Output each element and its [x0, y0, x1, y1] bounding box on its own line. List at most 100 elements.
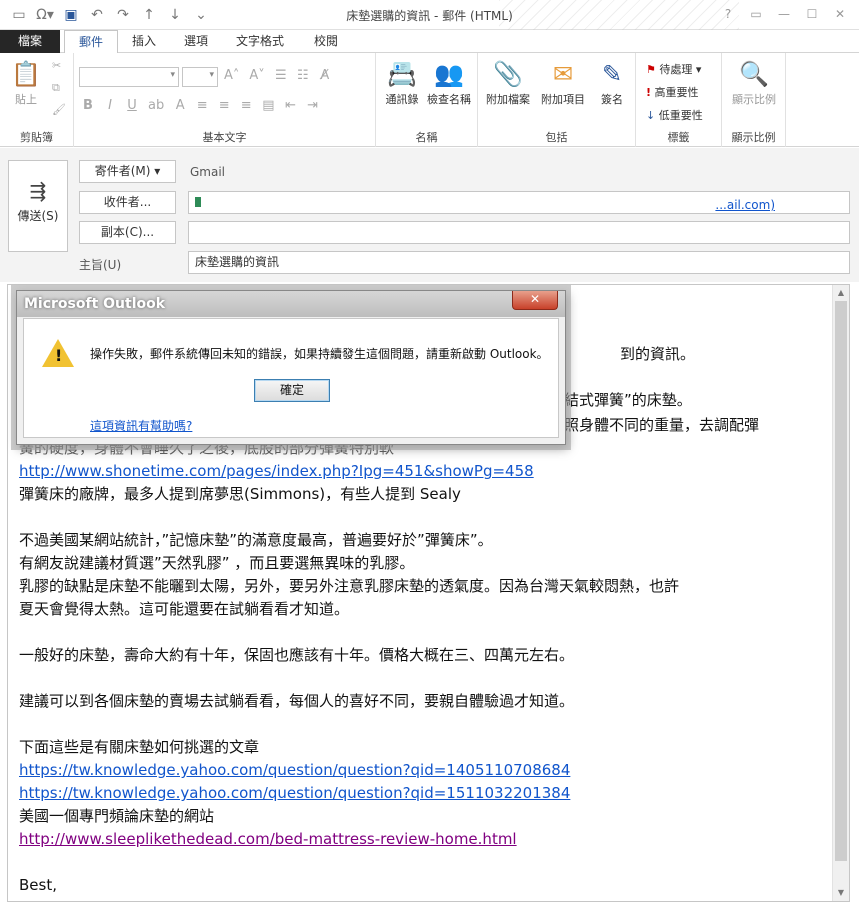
group-tags: ⚑ 待處理 ▾ ! 高重要性 ↓ 低重要性 標籤	[636, 53, 722, 147]
align-left-icon[interactable]: ≡	[196, 98, 208, 113]
body-line: 美國一個專門頻論床墊的網站	[19, 807, 215, 825]
font-grow-row: A˄ A˅ ☰ ☷ A̸	[224, 68, 331, 83]
body-line: https://tw.knowledge.yahoo.com/question/…	[19, 759, 829, 782]
tab-message[interactable]: 郵件	[64, 30, 119, 54]
from-button[interactable]: 寄件者(M) ▾	[79, 160, 176, 183]
follow-up-button[interactable]: ⚑ 待處理 ▾	[646, 61, 701, 77]
body-line: 建議可以到各個床墊的賣場去試躺看看，每個人的喜好不同，要親自體驗過才知道。	[19, 692, 575, 710]
tab-file[interactable]: 檔案	[0, 30, 60, 53]
body-link[interactable]: http://www.sleeplikethedead.com/bed-matt…	[19, 830, 517, 848]
title-bar: ▭ Ω▾ ▣ ↶ ↷ ↑ ↓ ⌄ 床墊選購的資訊 - 郵件 (HTML) ? ▭…	[0, 0, 859, 30]
address-book-button[interactable]: 📇 通訊錄	[380, 59, 424, 107]
align-right-icon[interactable]: ≡	[240, 98, 252, 113]
tab-insert[interactable]: 插入	[118, 30, 170, 53]
exclamation-icon: !	[646, 86, 652, 99]
signature-icon: ✎	[601, 60, 623, 88]
justify-icon[interactable]: ▤	[262, 98, 274, 113]
low-importance-button[interactable]: ↓ 低重要性	[646, 107, 703, 123]
tab-format-text[interactable]: 文字格式	[222, 30, 298, 53]
indent-icon[interactable]: ⇥	[307, 98, 319, 113]
italic-icon[interactable]: I	[104, 98, 116, 113]
dialog-message: 操作失敗，郵件系統傳回未知的錯誤，如果持續發生這個問題，請重新啟動 Outloo…	[90, 347, 549, 361]
vertical-scrollbar[interactable]: ▲ ▼	[832, 285, 849, 901]
help-icon[interactable]: ?	[715, 4, 741, 24]
ribbon-tabs: 檔案 郵件 插入 選項 文字格式 校閱	[0, 30, 859, 54]
body-line: 一般好的床墊，壽命大約有十年，保固也應該有十年。價格大概在三、四萬元左右。	[19, 646, 575, 664]
scroll-thumb[interactable]	[835, 301, 847, 861]
zoom-button[interactable]: 🔍 顯示比例	[726, 59, 782, 107]
copy-icon[interactable]: ⧉	[52, 81, 60, 95]
tab-review[interactable]: 校閱	[300, 30, 352, 53]
tab-options[interactable]: 選項	[170, 30, 222, 53]
underline-icon[interactable]: U	[126, 98, 138, 113]
help-feedback-link[interactable]: 這項資訊有幫助嗎?	[90, 417, 192, 434]
envelope-icon: ✉	[552, 60, 574, 88]
body-line: http://www.sleeplikethedead.com/bed-matt…	[19, 828, 829, 851]
scroll-down-icon[interactable]: ▼	[833, 885, 849, 901]
font-color-icon[interactable]: A	[174, 98, 186, 113]
font-size-combo[interactable]	[182, 67, 218, 87]
ribbon: 📋 貼上 ✂ ⧉ 🖌 剪貼簿 A˄ A˅ ☰ ☷ A̸ B I U ab A ≡…	[0, 53, 859, 147]
body-line: Best,	[19, 876, 57, 894]
warning-icon: !	[42, 339, 74, 367]
highlight-icon[interactable]: ab	[148, 98, 164, 113]
check-names-icon: 👥	[434, 60, 464, 88]
font-name-combo[interactable]	[79, 67, 179, 87]
check-names-button[interactable]: 👥 檢查名稱	[424, 59, 474, 107]
cc-field[interactable]	[188, 221, 850, 244]
group-label: 剪貼簿	[20, 131, 53, 144]
maximize-icon[interactable]: ☐	[799, 4, 825, 24]
grow-font-icon[interactable]: A˄	[224, 68, 239, 83]
paste-icon: 📋	[11, 60, 41, 88]
font-style-row: B I U ab A ≡ ≡ ≡ ▤ ⇤ ⇥	[82, 98, 319, 113]
body-link[interactable]: http://www.shonetime.com/pages/index.php…	[19, 462, 534, 480]
ribbon-options-icon[interactable]: ▭	[743, 4, 769, 24]
subject-field[interactable]: 床墊選購的資訊	[188, 251, 850, 274]
body-line: https://tw.knowledge.yahoo.com/question/…	[19, 782, 829, 805]
cc-button[interactable]: 副本(C)...	[79, 221, 176, 244]
signature-button[interactable]: ✎ 簽名	[592, 59, 632, 107]
group-names: 📇 通訊錄 👥 檢查名稱 名稱	[376, 53, 478, 147]
body-line: 不過美國某網站統計，”記憶床墊”的滿意度最高，普遍要好於”彈簧床”。	[19, 531, 493, 549]
ok-button[interactable]: 確定	[254, 379, 330, 402]
minimize-icon[interactable]: —	[771, 4, 797, 24]
body-line: 彈簧床的廠牌，最多人提到席夢思(Simmons)，有些人提到 Sealy	[19, 485, 461, 503]
body-link[interactable]: https://tw.knowledge.yahoo.com/question/…	[19, 761, 570, 779]
body-line: 下面這些是有關床墊如何挑選的文章	[19, 738, 260, 756]
recipient-status-icon	[195, 197, 201, 207]
window-controls: ? ▭ — ☐ ✕	[715, 4, 853, 24]
to-field[interactable]: ...ail.com)	[188, 191, 850, 214]
clear-format-icon[interactable]: A̸	[319, 68, 331, 83]
cut-icon[interactable]: ✂	[52, 59, 61, 72]
group-label: 包括	[545, 131, 568, 144]
to-button[interactable]: 收件者...	[79, 191, 176, 214]
send-icon: ⇶	[29, 179, 47, 203]
attach-item-button[interactable]: ✉ 附加項目	[536, 59, 590, 107]
outdent-icon[interactable]: ⇤	[285, 98, 297, 113]
recipient-address[interactable]: ...ail.com)	[715, 195, 775, 216]
dialog-close-button[interactable]: ✕	[512, 291, 558, 310]
shrink-font-icon[interactable]: A˅	[249, 68, 264, 83]
scroll-up-icon[interactable]: ▲	[833, 285, 849, 301]
paste-button[interactable]: 📋 貼上	[6, 59, 46, 107]
format-painter-icon[interactable]: 🖌	[52, 103, 66, 116]
align-center-icon[interactable]: ≡	[218, 98, 230, 113]
close-icon[interactable]: ✕	[827, 4, 853, 24]
high-importance-button[interactable]: ! 高重要性	[646, 84, 699, 100]
body-text: http://www.shonetime.com/pages/index.php…	[19, 460, 829, 897]
numbering-icon[interactable]: ☷	[297, 68, 309, 83]
group-label: 顯示比例	[731, 131, 776, 144]
attach-file-button[interactable]: 📎 附加檔案	[482, 59, 534, 107]
group-basic-text: A˄ A˅ ☰ ☷ A̸ B I U ab A ≡ ≡ ≡ ▤ ⇤ ⇥ 基本文字	[74, 53, 376, 147]
flag-icon: ⚑	[646, 63, 656, 76]
group-label: 基本文字	[202, 131, 247, 144]
bold-icon[interactable]: B	[82, 98, 94, 113]
bullets-icon[interactable]: ☰	[275, 68, 287, 83]
body-link[interactable]: https://tw.knowledge.yahoo.com/question/…	[19, 784, 570, 802]
body-line: 乳膠的缺點是床墊不能曬到太陽，另外，要另外注意乳膠床墊的透氣度。因為台灣天氣較悶…	[19, 577, 680, 595]
magnifier-icon: 🔍	[739, 60, 769, 88]
send-button[interactable]: ⇶ 傳送(S)	[8, 160, 68, 252]
subject-label: 主旨(U)	[79, 258, 122, 272]
